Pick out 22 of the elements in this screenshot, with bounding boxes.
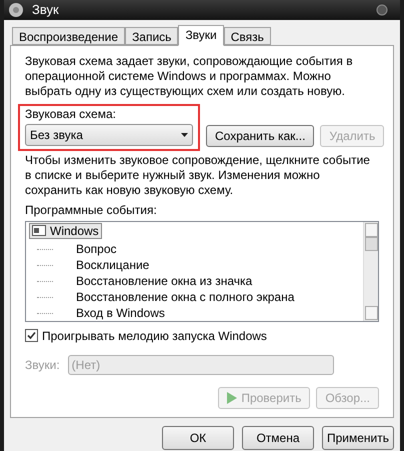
scheme-dropdown[interactable]: Без звука (25, 124, 193, 146)
checkbox-label: Проигрывать мелодию запуска Windows (42, 328, 267, 344)
dialog-button[interactable]: Отмена (242, 426, 314, 450)
hint-text: Чтобы изменить звуковое сопровождение, щелкните событие в списке и выберите нужный звук. Изменения можно сохранить как новую звуковую схему. (25, 152, 371, 198)
button[interactable]: Сохранить как... (206, 124, 314, 146)
tree-item[interactable]: Вопрос (75, 240, 118, 258)
tree-item[interactable]: Windows (29, 222, 102, 238)
tree-item[interactable]: Восклицание (75, 256, 150, 274)
tab[interactable]: Запись (125, 26, 178, 44)
window-title: Звук (32, 1, 59, 19)
dialog-button[interactable]: Применить (322, 426, 394, 450)
tab[interactable]: Звуки (178, 24, 224, 46)
tree-item[interactable]: Вход в Windows (75, 304, 166, 320)
scheme-label: Звуковая схема: (25, 106, 117, 122)
sounds-label: Звуки: (25, 356, 60, 374)
events-label: Программные события: (25, 202, 158, 218)
dialog-button[interactable]: ОК (162, 426, 234, 450)
tab[interactable]: Связь (224, 26, 271, 44)
tree-item[interactable]: Восстановление окна с полного экрана (75, 288, 296, 306)
tab[interactable]: Воспроизведение (12, 26, 126, 44)
tree-item[interactable]: Восстановление окна из значка (75, 272, 254, 290)
intro-text: Звуковая схема задает звуки, сопровождающие события в операционной системе Windows и программах. Можно выбрать одну из существующих схем или создать новую. (25, 54, 354, 98)
